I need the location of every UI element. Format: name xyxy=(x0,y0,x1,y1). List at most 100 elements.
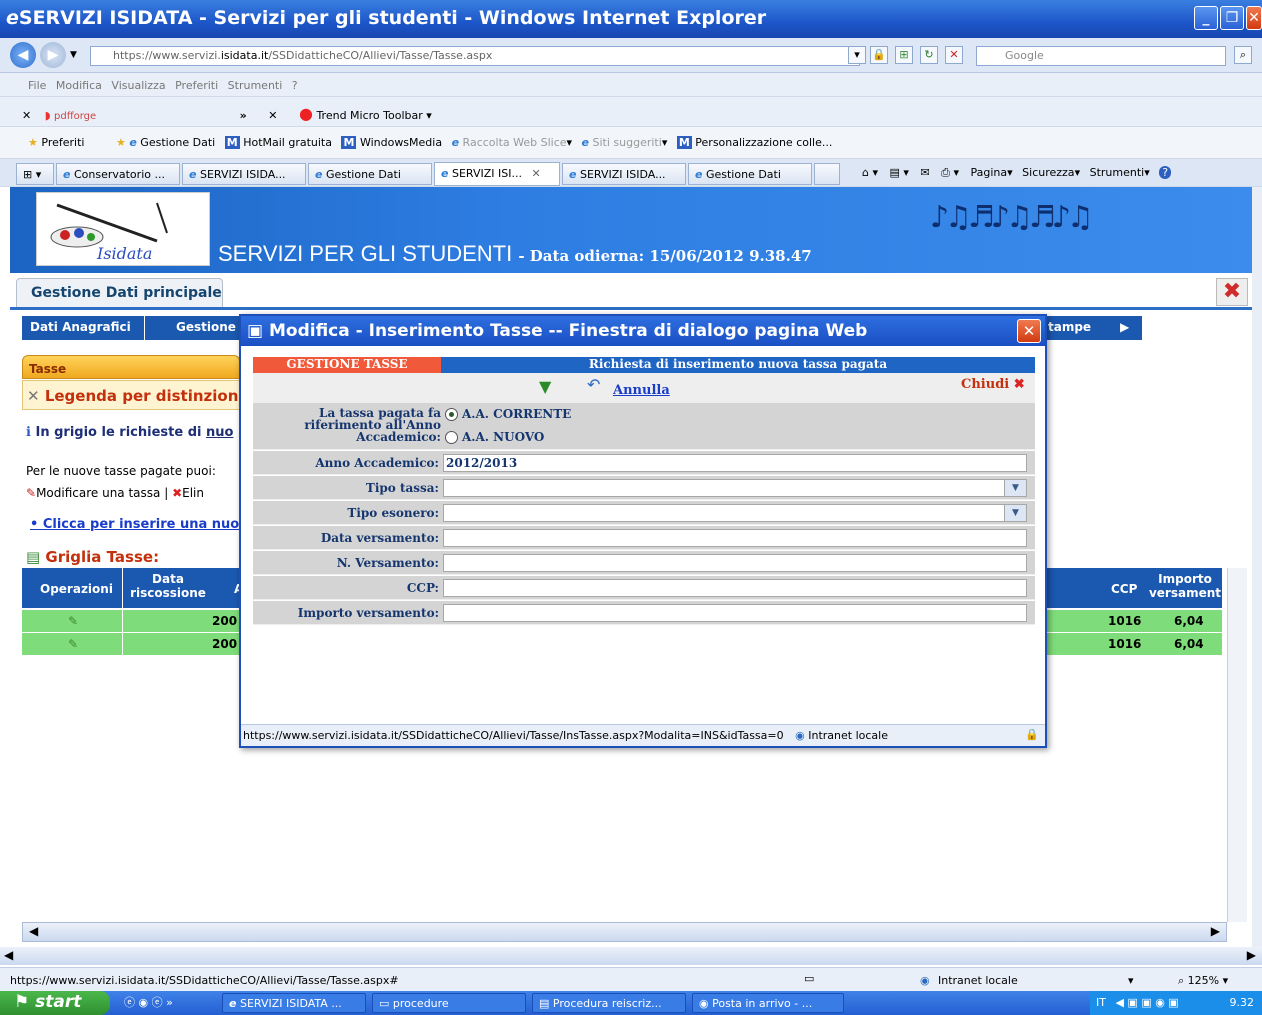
nav-arrow-icon[interactable]: ▶ xyxy=(1120,320,1129,334)
cancel-link[interactable]: Annulla xyxy=(613,383,670,398)
tab-gestione-dati-1[interactable]: e Gestione Dati xyxy=(308,163,432,185)
logo-text: Isidata xyxy=(96,244,152,263)
tab-tasse[interactable]: Tasse xyxy=(22,355,240,379)
tray-icons[interactable]: ◀ ▣ ▣ ◉ ▣ xyxy=(1115,996,1178,1009)
importo-field[interactable] xyxy=(443,604,1027,622)
quick-tabs-button[interactable]: ⊞ ▾ xyxy=(16,163,54,185)
dialog-status-url: https://www.servizi.isidata.it/SSDidatti… xyxy=(243,729,784,742)
compat-view-icon[interactable]: ⊞ xyxy=(895,46,913,64)
pdfforge-label[interactable]: pdfforge xyxy=(54,111,96,122)
tab-servizi-1[interactable]: e SERVIZI ISIDA... xyxy=(182,163,306,185)
grey-note-link[interactable]: nuo xyxy=(206,425,233,440)
radio-corrente-button[interactable] xyxy=(445,408,458,421)
forward-button[interactable]: ▶ xyxy=(40,42,66,68)
edit-pencil-icon[interactable]: ✎ xyxy=(68,614,78,628)
site-title: SERVIZI PER GLI STUDENTI xyxy=(218,241,513,266)
close-link[interactable]: Chiudi ✖ xyxy=(961,377,1025,392)
url-input[interactable]: https://www.servizi.isidata.it/SSDidatti… xyxy=(90,46,860,66)
refresh-icon[interactable]: ↻ xyxy=(920,46,938,64)
close-window-button[interactable]: ✕ xyxy=(1246,6,1262,30)
menu-help[interactable]: ? xyxy=(292,79,298,92)
minimize-button[interactable]: _ xyxy=(1194,6,1218,30)
tipo-esonero-select[interactable]: ▼ xyxy=(443,504,1027,522)
page-vertical-scrollbar[interactable] xyxy=(1252,187,1262,947)
field-row-ccp: CCP: xyxy=(253,576,1035,600)
chevron-down-icon[interactable]: ▼ xyxy=(1004,480,1026,496)
pagina-menu[interactable]: Pagina xyxy=(970,166,1007,179)
menu-modifica[interactable]: Modifica xyxy=(56,79,102,92)
restore-button[interactable]: ❐ xyxy=(1220,6,1244,30)
nav-gestione[interactable]: Gestione xyxy=(176,320,236,334)
fav-gestione-dati[interactable]: Gestione Dati xyxy=(140,136,215,149)
tipo-tassa-select[interactable]: ▼ xyxy=(443,479,1027,497)
add-favorite-icon[interactable]: ★ xyxy=(116,136,126,149)
page-horizontal-scrollbar[interactable]: ◀ ▶ xyxy=(0,947,1262,965)
tab-gestione-dati-2[interactable]: e Gestione Dati xyxy=(688,163,812,185)
url-dropdown-button[interactable]: ▾ xyxy=(848,46,866,64)
table-vertical-scrollbar[interactable] xyxy=(1227,568,1247,922)
nav-dati-anagrafici[interactable]: Dati Anagrafici xyxy=(30,320,131,334)
menu-preferiti[interactable]: Preferiti xyxy=(175,79,218,92)
history-dropdown-icon[interactable]: ▼ xyxy=(70,50,77,60)
search-input[interactable]: Google xyxy=(976,46,1226,66)
data-versamento-field[interactable] xyxy=(443,529,1027,547)
taskbar-item-procedure[interactable]: ▭ procedure xyxy=(372,993,526,1013)
preferiti-button[interactable]: Preferiti xyxy=(41,136,84,149)
legend-header: ✕ Legenda per distinzione xyxy=(22,380,242,410)
stop-icon[interactable]: ✕ xyxy=(945,46,963,64)
radio-nuovo-button[interactable] xyxy=(445,431,458,444)
chevron-down-icon[interactable]: ▾ xyxy=(426,109,432,122)
table-horizontal-scrollbar[interactable]: ◀ ▶ xyxy=(22,922,1227,942)
trend-micro-label[interactable]: Trend Micro Toolbar xyxy=(316,109,422,122)
close-page-icon[interactable]: ✖ xyxy=(1216,278,1248,306)
radio-nuovo[interactable]: A.A. NUOVO xyxy=(445,430,544,444)
menu-file[interactable]: File xyxy=(28,79,46,92)
menu-strumenti[interactable]: Strumenti xyxy=(228,79,283,92)
tab-servizi-active[interactable]: e SERVIZI ISI... ✕ xyxy=(434,162,560,186)
n-versamento-field[interactable] xyxy=(443,554,1027,572)
fav-hotmail[interactable]: HotMail gratuita xyxy=(243,136,332,149)
chevron-more-icon[interactable]: » xyxy=(240,109,247,122)
taskbar-item-posta[interactable]: ◉ Posta in arrivo - ... xyxy=(692,993,844,1013)
taskbar-item-procedura[interactable]: ▤ Procedura reiscriz... xyxy=(532,993,686,1013)
nav-stampe[interactable]: tampe xyxy=(1048,320,1091,334)
tab-gestione-principale[interactable]: Gestione Dati principale xyxy=(16,278,223,308)
print-icon[interactable]: ⎙ ▾ xyxy=(941,166,959,179)
search-icon[interactable]: ⌕ xyxy=(1234,46,1252,64)
home-icon[interactable]: ⌂ ▾ xyxy=(862,166,878,179)
radio-corrente[interactable]: A.A. CORRENTE xyxy=(445,407,571,421)
fav-siti-suggeriti[interactable]: Siti suggeriti xyxy=(593,136,662,149)
close-tab-icon[interactable]: ✕ xyxy=(531,167,540,180)
quicklaunch-icons[interactable]: ⓔ ◉ ⓔ » xyxy=(124,994,173,1010)
back-button[interactable]: ◀ xyxy=(10,42,36,68)
close-toolbar2-icon[interactable]: ✕ xyxy=(268,109,277,122)
fav-raccolta[interactable]: Raccolta Web Slice xyxy=(463,136,567,149)
help-icon[interactable]: ? xyxy=(1159,166,1172,179)
close-toolbar-icon[interactable]: ✕ xyxy=(22,109,31,122)
sicurezza-menu[interactable]: Sicurezza xyxy=(1022,166,1074,179)
new-tab-button[interactable] xyxy=(814,163,840,185)
ccp-field[interactable] xyxy=(443,579,1027,597)
fav-personalizzazione[interactable]: Personalizzazione colle... xyxy=(695,136,832,149)
protected-mode-icon[interactable]: ▾ xyxy=(1128,974,1134,987)
menu-visualizza[interactable]: Visualizza xyxy=(111,79,165,92)
save-icon[interactable]: ▼ xyxy=(539,377,551,396)
mail-icon[interactable]: ✉ xyxy=(920,166,929,179)
feeds-icon[interactable]: ▤ ▾ xyxy=(890,166,909,179)
language-indicator[interactable]: IT xyxy=(1096,996,1106,1009)
insert-new-link[interactable]: • Clicca per inserire una nuo xyxy=(30,517,240,532)
zoom-level[interactable]: ⌕ 125% ▾ xyxy=(1178,974,1228,988)
undo-icon[interactable]: ↶ xyxy=(587,375,600,394)
lock-icon[interactable]: 🔒 xyxy=(870,46,888,64)
fav-windowsmedia[interactable]: WindowsMedia xyxy=(360,136,442,149)
start-button[interactable]: ⚑ start xyxy=(0,991,110,1015)
anno-field[interactable]: 2012/2013 xyxy=(443,454,1027,472)
taskbar-item-servizi[interactable]: e SERVIZI ISIDATA ... xyxy=(222,993,366,1013)
dialog-close-button[interactable]: ✕ xyxy=(1017,319,1041,343)
tab-servizi-3[interactable]: e SERVIZI ISIDA... xyxy=(562,163,686,185)
tab-conservatorio[interactable]: e Conservatorio ... xyxy=(56,163,180,185)
edit-pencil-icon[interactable]: ✎ xyxy=(68,637,78,651)
msn-icon: M xyxy=(676,136,692,149)
strumenti-menu[interactable]: Strumenti xyxy=(1090,166,1145,179)
chevron-down-icon[interactable]: ▼ xyxy=(1004,505,1026,521)
